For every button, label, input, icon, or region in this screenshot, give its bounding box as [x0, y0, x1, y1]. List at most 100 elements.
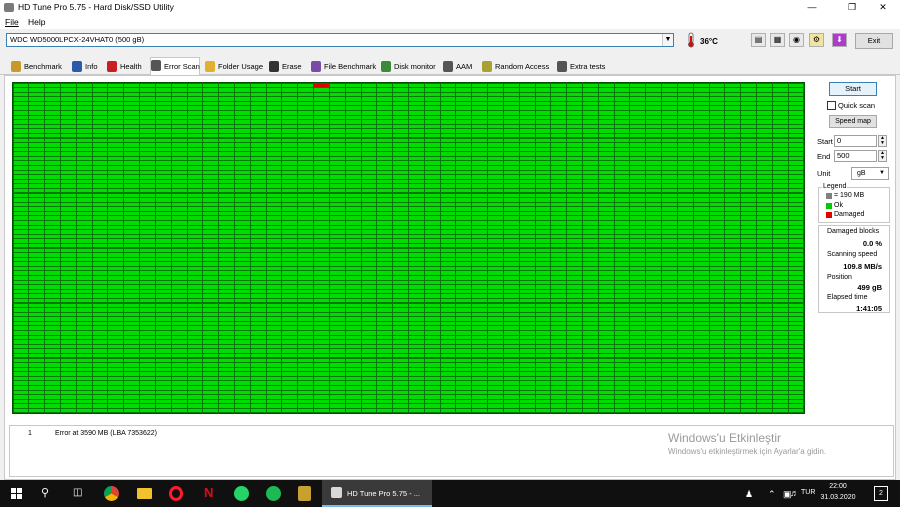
- ok-block: [345, 170, 361, 175]
- ok-block: [140, 404, 155, 408]
- file-explorer-icon[interactable]: [137, 488, 152, 499]
- scanning-speed-label: Scanning speed: [827, 251, 878, 258]
- tab-info[interactable]: Info: [72, 59, 102, 74]
- menu-help[interactable]: Help: [28, 17, 45, 27]
- volume-icon[interactable]: ♬: [790, 488, 799, 498]
- ok-block: [741, 280, 757, 285]
- task-view-icon[interactable]: ◫: [73, 487, 82, 498]
- tab-aam[interactable]: AAM: [443, 59, 476, 74]
- chrome-icon[interactable]: [104, 486, 119, 501]
- tab-error-scan[interactable]: Error Scan: [150, 57, 200, 75]
- ok-block: [329, 202, 345, 207]
- ok-block: [108, 335, 124, 340]
- spotify-icon[interactable]: [266, 486, 281, 501]
- quick-scan-checkbox[interactable]: [827, 101, 836, 110]
- ok-block: [630, 312, 646, 317]
- ok-block: [677, 372, 693, 376]
- tab-folder-usage[interactable]: Folder Usage: [205, 59, 264, 74]
- tab-erase[interactable]: Erase: [269, 59, 306, 74]
- start-position-input[interactable]: 0: [834, 135, 877, 147]
- ok-block: [329, 106, 345, 110]
- ok-block: [772, 363, 788, 367]
- ok-block: [583, 408, 598, 413]
- menu-file[interactable]: File: [5, 17, 19, 27]
- minimize-icon[interactable]: —: [795, 0, 829, 15]
- speed-map-button[interactable]: Speed map: [829, 115, 877, 128]
- netflix-icon[interactable]: N: [204, 485, 213, 500]
- ok-block: [614, 216, 630, 220]
- ok-block: [45, 97, 60, 101]
- ok-block: [234, 253, 250, 257]
- ok-block: [282, 317, 298, 321]
- tab-health[interactable]: Health: [107, 59, 145, 74]
- ok-block: [45, 266, 60, 271]
- ok-block: [630, 358, 646, 363]
- ok-block: [361, 143, 377, 147]
- tab-random-access[interactable]: Random Access: [482, 59, 552, 74]
- ok-block: [503, 88, 519, 92]
- clock-date[interactable]: 31.03.2020: [813, 494, 863, 501]
- ok-block: [393, 175, 408, 179]
- ok-block: [13, 271, 29, 275]
- ok-block: [456, 225, 472, 230]
- exit-button[interactable]: Exit: [855, 33, 893, 49]
- ok-block: [709, 363, 725, 367]
- ok-block: [693, 184, 709, 188]
- ok-block: [709, 97, 725, 101]
- chevron-up-icon[interactable]: ⌃: [768, 489, 776, 500]
- ok-block: [488, 271, 503, 275]
- chevron-down-icon[interactable]: ▼: [662, 34, 673, 46]
- game-icon[interactable]: [298, 486, 311, 501]
- ok-block: [329, 335, 345, 340]
- ok-block: [535, 147, 551, 152]
- ok-block: [677, 92, 693, 97]
- close-icon[interactable]: ✕: [866, 0, 900, 15]
- ok-block: [583, 321, 598, 326]
- opera-icon[interactable]: [169, 486, 183, 501]
- ok-block: [13, 239, 29, 243]
- unit-select[interactable]: gB ▼: [851, 167, 889, 180]
- ok-block: [298, 106, 314, 110]
- drive-select[interactable]: WDC WD5000LPCX-24VHAT0 (500 gB) ▼: [6, 33, 674, 47]
- end-position-input[interactable]: 500: [834, 150, 877, 162]
- ok-block: [92, 280, 108, 285]
- maximize-icon[interactable]: ❐: [835, 0, 869, 15]
- copy-icon[interactable]: ▤: [751, 33, 766, 47]
- ok-block: [219, 340, 234, 344]
- whatsapp-icon[interactable]: [234, 486, 249, 501]
- ok-block: [630, 317, 646, 321]
- tab-file-benchmark[interactable]: File Benchmark: [311, 59, 376, 74]
- ok-block: [329, 294, 345, 298]
- ok-block: [598, 101, 614, 106]
- ok-block: [424, 386, 440, 390]
- options-icon[interactable]: ⚙: [809, 33, 824, 47]
- start-button[interactable]: Start: [829, 82, 877, 96]
- ok-block: [250, 179, 266, 184]
- ok-block: [171, 262, 187, 266]
- ok-block: [662, 198, 677, 202]
- search-icon[interactable]: ⚲: [41, 486, 49, 499]
- start-spinner[interactable]: ▲ ▼: [878, 135, 887, 147]
- tab-extra-tests[interactable]: Extra tests: [557, 59, 607, 74]
- copy-all-icon[interactable]: ▦: [770, 33, 785, 47]
- notification-center-icon[interactable]: 2: [874, 486, 888, 501]
- people-icon[interactable]: ♟: [745, 489, 753, 500]
- tab-disk-monitor[interactable]: Disk monitor: [381, 59, 438, 74]
- ok-block: [203, 152, 219, 156]
- ok-block: [456, 308, 472, 312]
- end-spinner[interactable]: ▲ ▼: [878, 150, 887, 162]
- tab-benchmark[interactable]: Benchmark: [11, 59, 67, 74]
- ok-block: [140, 372, 155, 376]
- ok-block: [567, 257, 582, 262]
- ok-block: [45, 326, 60, 330]
- ok-block: [424, 193, 440, 198]
- save-icon[interactable]: ⬇: [832, 33, 847, 47]
- ok-block: [772, 152, 788, 156]
- ok-block: [155, 298, 171, 303]
- ok-block: [377, 106, 393, 110]
- clock-time[interactable]: 22:00: [817, 483, 859, 490]
- ok-block: [171, 390, 187, 395]
- screenshot-icon[interactable]: ◉: [789, 33, 804, 47]
- ok-block: [124, 367, 140, 372]
- start-icon[interactable]: [11, 488, 22, 499]
